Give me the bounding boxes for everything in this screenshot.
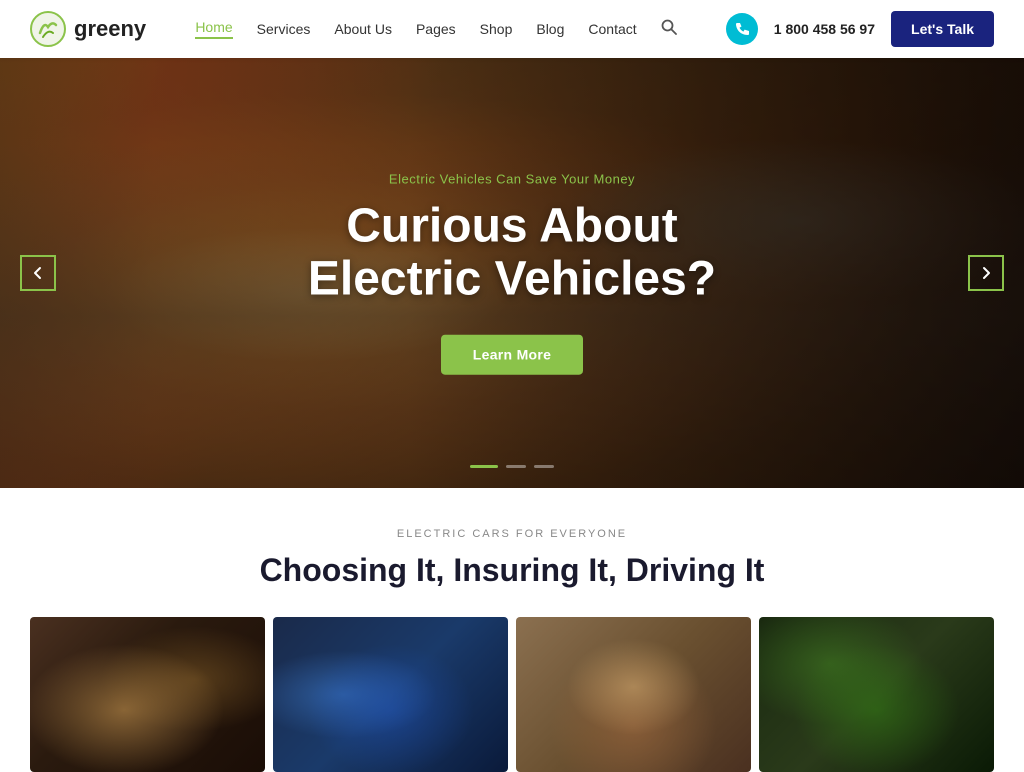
nav-services[interactable]: Services [257, 21, 311, 37]
header-right: 1 800 458 56 97 Let's Talk [726, 11, 994, 47]
hero-dot-2[interactable] [506, 465, 526, 468]
hero-eyebrow: Electric Vehicles Can Save Your Money [252, 172, 772, 187]
image-card-4 [759, 617, 994, 772]
main-nav: Home Services About Us Pages Shop Blog C… [195, 19, 676, 40]
image-grid [30, 617, 994, 772]
hero-learn-more-button[interactable]: Learn More [441, 334, 583, 374]
section2-eyebrow: ELECTRIC CARS FOR EVERYONE [30, 528, 994, 540]
image-card-3 [516, 617, 751, 772]
section2-header: ELECTRIC CARS FOR EVERYONE Choosing It, … [30, 528, 994, 589]
nav-blog[interactable]: Blog [536, 21, 564, 37]
search-icon[interactable] [661, 19, 677, 40]
features-section: ELECTRIC CARS FOR EVERYONE Choosing It, … [0, 488, 1024, 772]
phone-number: 1 800 458 56 97 [774, 21, 875, 37]
logo[interactable]: greeny [30, 11, 146, 47]
hero-dots [470, 465, 554, 468]
image-card-2 [273, 617, 508, 772]
hero-dot-3[interactable] [534, 465, 554, 468]
nav-home[interactable]: Home [195, 19, 232, 39]
hero-prev-button[interactable] [20, 255, 56, 291]
nav-shop[interactable]: Shop [480, 21, 513, 37]
logo-icon [30, 11, 66, 47]
nav-about[interactable]: About Us [334, 21, 392, 37]
image-card-1 [30, 617, 265, 772]
site-header: greeny Home Services About Us Pages Shop… [0, 0, 1024, 58]
hero-section: Electric Vehicles Can Save Your Money Cu… [0, 58, 1024, 488]
hero-content: Electric Vehicles Can Save Your Money Cu… [252, 172, 772, 375]
logo-text: greeny [74, 16, 146, 42]
nav-contact[interactable]: Contact [588, 21, 636, 37]
phone-icon [726, 13, 758, 45]
hero-title: Curious About Electric Vehicles? [252, 201, 772, 307]
hero-title-line1: Curious About [346, 200, 678, 253]
hero-dot-1[interactable] [470, 465, 498, 468]
lets-talk-button[interactable]: Let's Talk [891, 11, 994, 47]
section2-title: Choosing It, Insuring It, Driving It [30, 552, 994, 589]
hero-title-line2: Electric Vehicles? [308, 253, 716, 306]
hero-next-button[interactable] [968, 255, 1004, 291]
nav-pages[interactable]: Pages [416, 21, 456, 37]
